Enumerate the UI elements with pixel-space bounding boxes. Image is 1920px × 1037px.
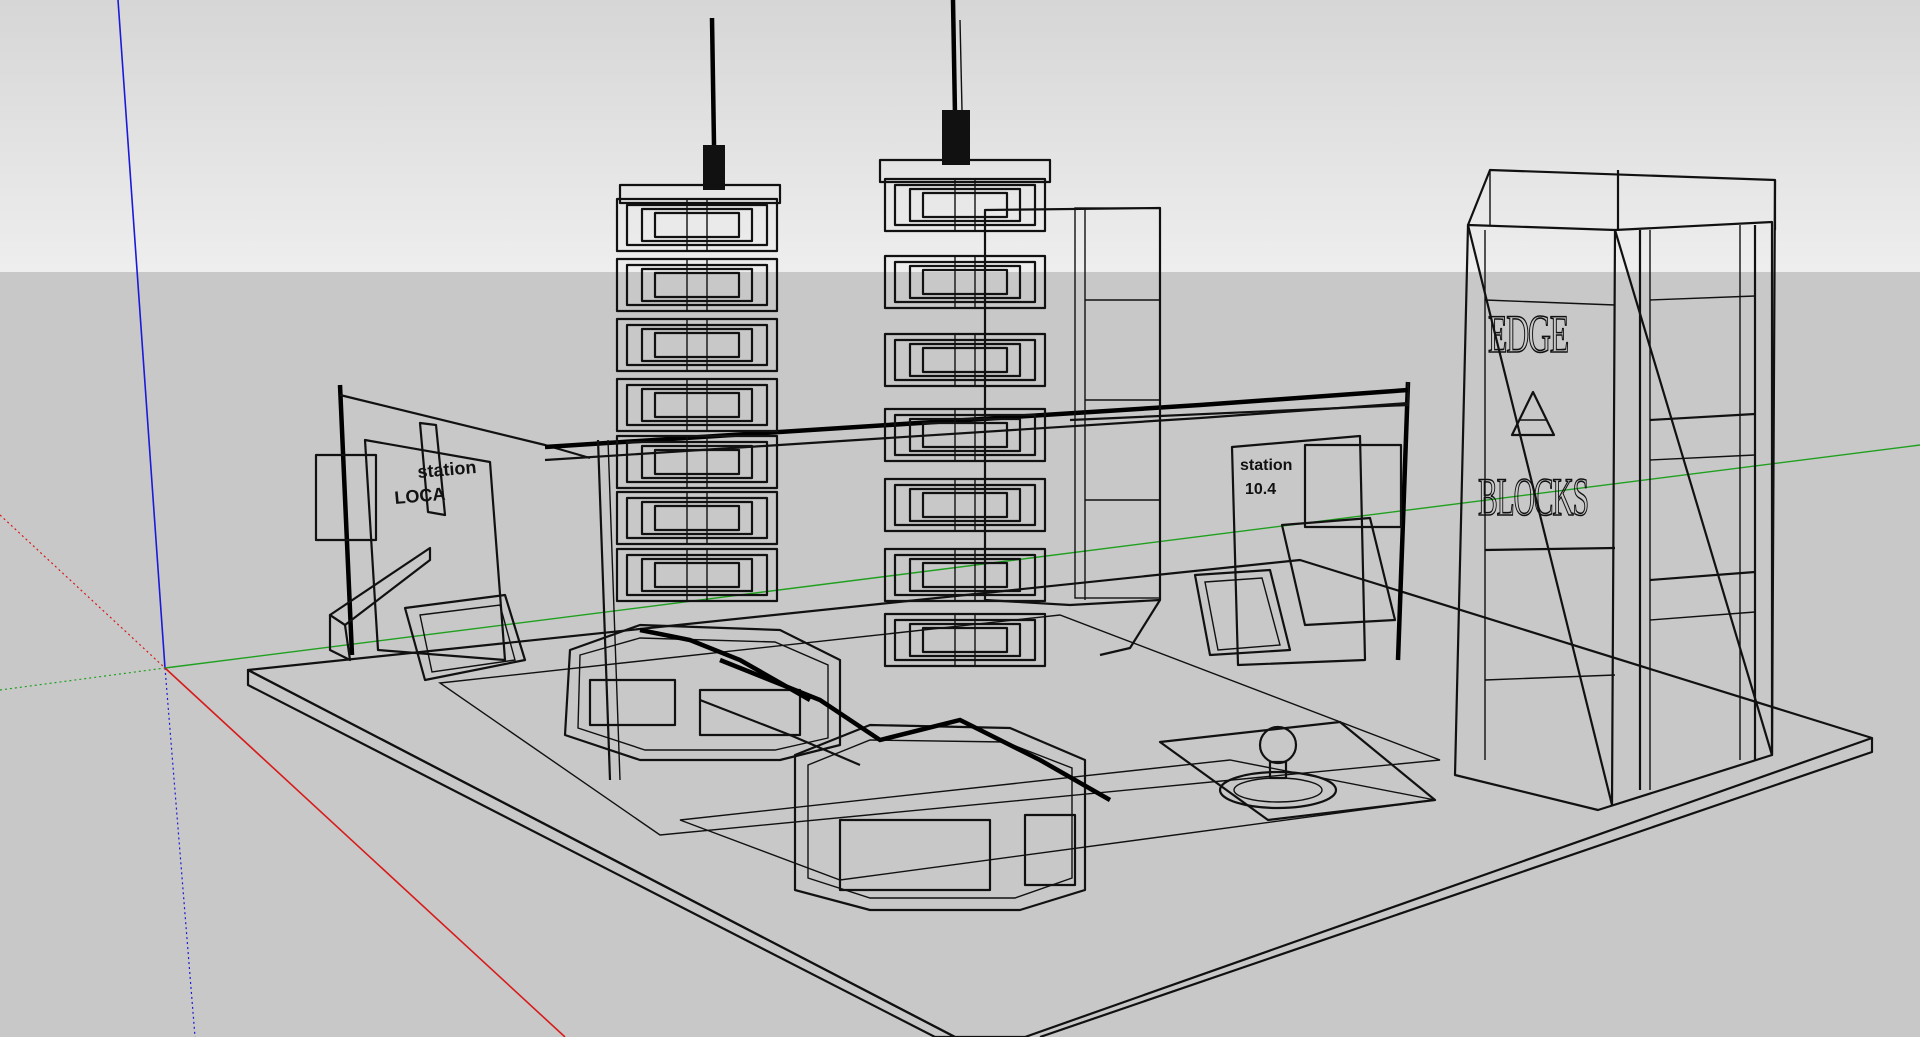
3d-scene[interactable]: station LOCA station 10.4 EDGE BLOCKS — [0, 0, 1920, 1037]
sketchup-viewport[interactable]: station LOCA station 10.4 EDGE BLOCKS — [0, 0, 1920, 1037]
right-kiosk-sign-line2: 10.4 — [1245, 481, 1276, 498]
billboard-line2: BLOCKS — [1478, 467, 1588, 527]
billboard-line1: EDGE — [1488, 304, 1568, 364]
right-kiosk-sign-line1: station — [1240, 457, 1292, 474]
